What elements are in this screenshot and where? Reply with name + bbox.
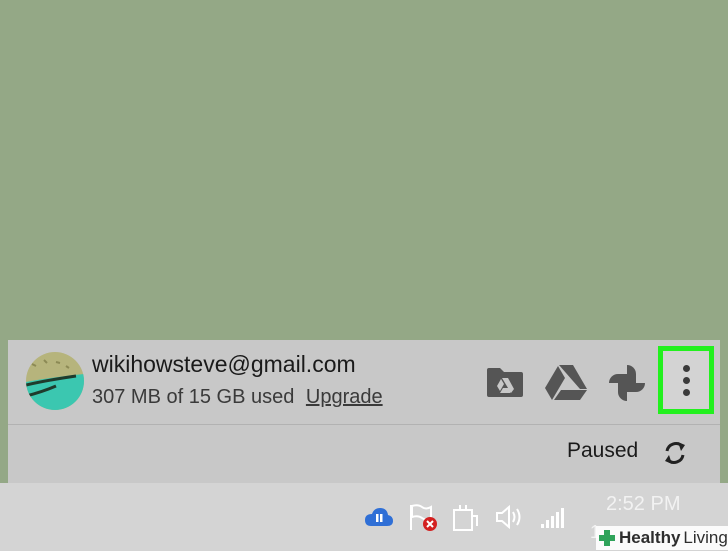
power-plug-icon [453, 505, 478, 531]
action-center-tray-button[interactable] [406, 502, 438, 532]
account-avatar[interactable] [26, 352, 84, 410]
power-tray-button[interactable] [450, 502, 480, 532]
open-drive-folder-button[interactable] [484, 364, 526, 400]
sync-toggle-button[interactable] [658, 436, 692, 470]
open-google-drive-button[interactable] [543, 362, 589, 402]
network-signal-icon [541, 508, 564, 528]
account-email: wikihowsteve@gmail.com [92, 351, 356, 377]
plus-logo-icon [599, 530, 615, 546]
backup-sync-tray-button[interactable] [364, 505, 394, 529]
volume-tray-button[interactable] [494, 503, 526, 531]
upgrade-link[interactable]: Upgrade [306, 386, 383, 408]
more-options-button[interactable] [658, 346, 714, 414]
network-tray-button[interactable] [538, 504, 568, 530]
taskbar-clock-time[interactable]: 2:52 PM [606, 493, 680, 516]
backup-sync-paused-icon [365, 508, 393, 526]
more-vertical-icon [663, 351, 709, 409]
watermark-brand: Healthy [619, 528, 681, 547]
sync-icon [665, 442, 685, 464]
google-photos-icon [609, 365, 645, 401]
desktop-background [0, 0, 728, 340]
sync-status-text: Paused [567, 439, 639, 462]
google-drive-icon [545, 365, 587, 400]
panel-divider [8, 424, 720, 425]
watermark-brand-suffix: Living [683, 528, 728, 547]
storage-usage-text: 307 MB of 15 GB used [92, 386, 295, 408]
action-center-flag-error-icon [410, 504, 437, 531]
healthy-living-watermark: Healthy Living [596, 526, 728, 550]
folder-drive-icon [487, 368, 523, 397]
open-google-photos-button[interactable] [604, 360, 650, 406]
storage-usage: 307 MB of 15 GB used Upgrade [92, 386, 383, 409]
volume-icon [496, 504, 521, 530]
